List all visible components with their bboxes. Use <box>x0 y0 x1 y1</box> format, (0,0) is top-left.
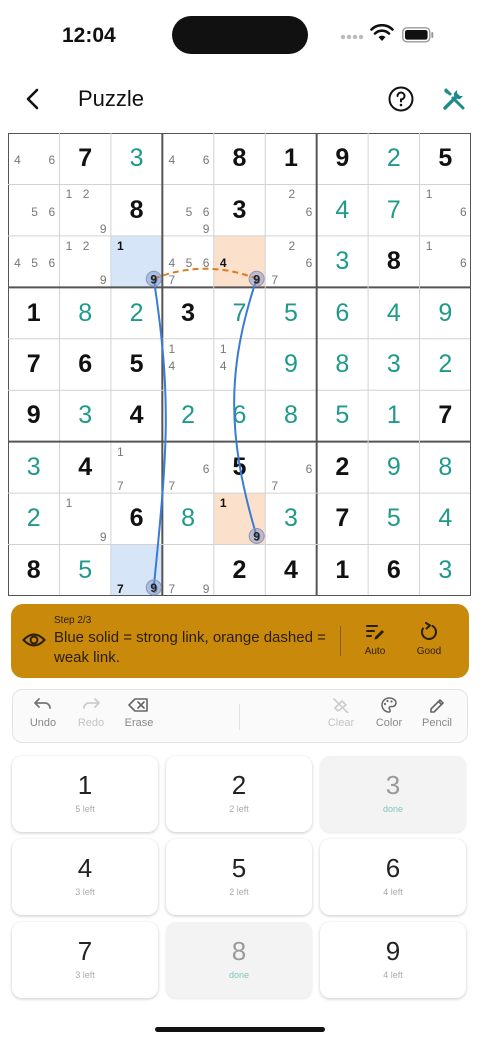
number-key-5[interactable]: 5 2 left <box>166 839 312 915</box>
color-label: Color <box>375 717 403 729</box>
key-number: 7 <box>77 936 93 966</box>
pencil-button[interactable]: Pencil <box>412 697 462 729</box>
wifi-icon <box>370 24 394 41</box>
key-remaining: done <box>228 970 250 980</box>
key-number: 4 <box>77 853 93 883</box>
palette-icon <box>381 697 397 713</box>
auto-icon <box>366 625 384 640</box>
key-remaining: 3 left <box>75 970 95 980</box>
number-key-6[interactable]: 6 4 left <box>320 839 466 915</box>
cellular-signal-icon <box>340 34 364 40</box>
hint-divider <box>340 626 341 656</box>
number-key-1[interactable]: 1 5 left <box>12 756 158 832</box>
clear-button[interactable]: Clear <box>316 697 366 729</box>
number-key-4[interactable]: 4 3 left <box>12 839 158 915</box>
undo-label: Undo <box>29 717 57 729</box>
link-node-digit: 9 <box>150 272 157 286</box>
erase-icon <box>128 698 148 712</box>
key-number: 6 <box>385 853 401 883</box>
redo-icon <box>83 698 100 709</box>
undo-button[interactable]: Undo <box>18 697 68 729</box>
sudoku-grid: 4673468192556129856932647164561291945674… <box>8 133 471 596</box>
number-key-9[interactable]: 9 4 left <box>320 922 466 998</box>
clear-icon <box>333 698 349 713</box>
page-title: Puzzle <box>78 86 145 111</box>
link-node-digit: 9 <box>150 581 157 595</box>
color-button[interactable]: Color <box>364 697 414 729</box>
good-button[interactable]: Good <box>409 622 449 657</box>
key-remaining: 4 left <box>383 970 403 980</box>
auto-button[interactable]: Auto <box>355 622 395 657</box>
auto-label: Auto <box>364 646 386 657</box>
link-node-digit: 9 <box>253 272 260 286</box>
hint-text: Blue solid = strong link, orange dashed … <box>54 629 326 666</box>
key-remaining: 4 left <box>383 887 403 897</box>
tools-icon[interactable] <box>440 85 468 113</box>
key-remaining: 2 left <box>229 804 249 814</box>
key-remaining: 3 left <box>75 887 95 897</box>
key-number: 9 <box>385 936 401 966</box>
key-number: 3 <box>385 770 401 800</box>
number-key-3[interactable]: 3 done <box>320 756 466 832</box>
pencil-label: Pencil <box>422 717 452 729</box>
undo-icon <box>34 698 51 709</box>
eye-icon[interactable] <box>22 630 46 650</box>
back-chevron-icon[interactable] <box>18 84 48 114</box>
dynamic-island <box>172 16 308 54</box>
status-time: 12:04 <box>62 24 116 47</box>
clear-label: Clear <box>327 717 355 729</box>
erase-label: Erase <box>124 717 154 729</box>
number-key-7[interactable]: 7 3 left <box>12 922 158 998</box>
hint-step: Step 2/3 <box>54 615 92 626</box>
grid-lines: 9 9 9 9 <box>8 133 471 596</box>
strong-link <box>233 278 258 537</box>
key-remaining: 2 left <box>229 887 249 897</box>
number-key-8[interactable]: 8 done <box>166 922 312 998</box>
battery-icon <box>402 27 434 43</box>
key-number: 2 <box>231 770 247 800</box>
refresh-icon <box>421 622 437 640</box>
key-number: 5 <box>231 853 247 883</box>
key-remaining: done <box>382 804 404 814</box>
pencil-icon <box>430 699 444 713</box>
key-remaining: 5 left <box>75 804 95 814</box>
toolbar-divider <box>239 704 240 730</box>
good-label: Good <box>416 646 442 657</box>
key-number: 1 <box>77 770 93 800</box>
redo-button[interactable]: Redo <box>66 697 116 729</box>
help-icon[interactable] <box>388 86 414 112</box>
key-number: 8 <box>231 936 247 966</box>
redo-label: Redo <box>77 717 105 729</box>
link-node-digit: 9 <box>253 529 260 543</box>
home-indicator <box>155 1027 325 1032</box>
strong-link <box>152 278 167 588</box>
erase-button[interactable]: Erase <box>114 697 164 729</box>
weak-link <box>153 267 258 280</box>
number-key-2[interactable]: 2 2 left <box>166 756 312 832</box>
